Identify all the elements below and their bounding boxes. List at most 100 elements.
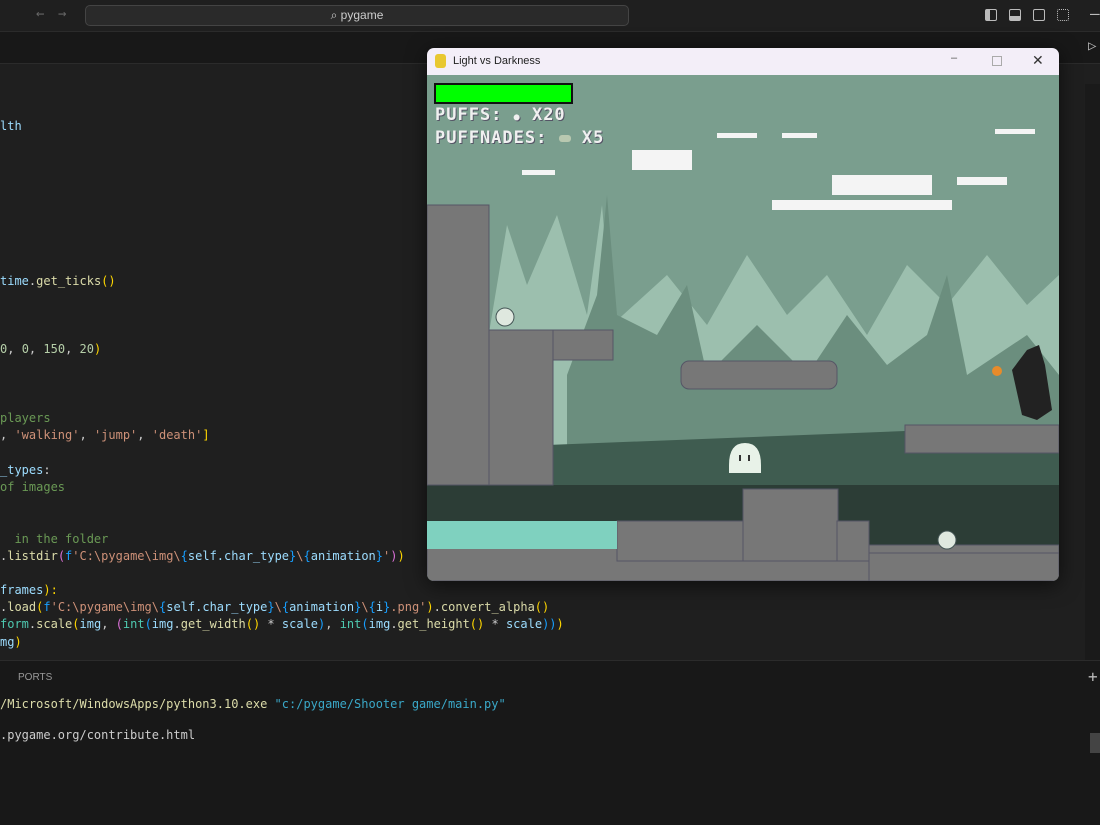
- code-token: frames: [0, 583, 44, 597]
- code-token: ,: [65, 342, 80, 356]
- forward-arrow-icon[interactable]: →: [58, 6, 66, 22]
- health-bar: [434, 83, 573, 104]
- code-token: form: [0, 617, 29, 631]
- terminal-arg: "c:/pygame/Shooter game/main.py": [274, 697, 506, 711]
- code-token: mg: [0, 635, 15, 649]
- code-token: _types: [0, 463, 44, 477]
- minimap[interactable]: [1085, 84, 1100, 660]
- code-token: (: [115, 617, 123, 631]
- code-token: get_width: [180, 617, 246, 631]
- water: [427, 521, 617, 549]
- code-token: \: [361, 600, 369, 614]
- game-window: Light vs Darkness – ✕ PUFFS: ● X20 PUFFN…: [427, 48, 1059, 581]
- code-line: .listdir(f'C:\pygame\img\{self.char_type…: [0, 548, 405, 565]
- code-token: get_height: [397, 617, 470, 631]
- command-search-input[interactable]: ⌕ pygame: [85, 5, 629, 26]
- code-token: scale: [281, 617, 319, 631]
- code-token: }: [375, 549, 384, 563]
- code-token: 'C:\pygame\img\: [50, 600, 159, 614]
- code-token: img: [368, 617, 391, 631]
- code-line: in the folder: [0, 531, 108, 548]
- code-token: (: [57, 549, 66, 563]
- code-token: scale: [36, 617, 73, 631]
- bottom-panel: PORTS + /Microsoft/WindowsApps/python3.1…: [0, 660, 1100, 825]
- window-maximize-button[interactable]: [992, 56, 1002, 66]
- code-token: listdir: [7, 549, 58, 563]
- code-token: players: [0, 411, 51, 425]
- code-line: _types:: [0, 462, 51, 479]
- code-token: ): [556, 617, 564, 631]
- pygame-logo-icon: [435, 54, 446, 68]
- health-bar-fill: [436, 85, 571, 102]
- run-icon[interactable]: ▷: [1088, 38, 1096, 54]
- code-token: ,: [325, 617, 340, 631]
- code-token: .: [433, 600, 441, 614]
- code-line: .load(f'C:\pygame\img\{self.char_type}\{…: [0, 599, 549, 616]
- new-terminal-icon[interactable]: +: [1088, 667, 1098, 686]
- code-token: of images: [0, 480, 66, 494]
- code-token: ,: [101, 617, 116, 631]
- puffs-label: PUFFS:: [435, 105, 503, 125]
- code-token: {: [303, 549, 311, 563]
- code-token: 150: [43, 342, 66, 356]
- code-token: self.char_type: [166, 600, 268, 614]
- code-token: (): [469, 617, 485, 631]
- code-token: img: [151, 617, 174, 631]
- code-token: scale: [505, 617, 543, 631]
- ghost-player: [729, 443, 761, 473]
- editor-titlebar: ← → ⌕ pygame –: [0, 0, 1100, 32]
- tab-ports[interactable]: PORTS: [18, 672, 52, 683]
- customize-layout-icon[interactable]: [1057, 9, 1069, 21]
- terminal-scrollbar[interactable]: [1090, 733, 1100, 753]
- terminal-line: .pygame.org/contribute.html: [0, 728, 196, 742]
- code-token: 'walking': [14, 428, 80, 442]
- code-token: 'death': [151, 428, 203, 442]
- hud-puffnades: PUFFNADES: X5: [435, 128, 604, 148]
- code-token: .png': [390, 600, 427, 614]
- toggle-secondary-sidebar-icon[interactable]: [1033, 9, 1045, 21]
- puffs-count: X20: [531, 105, 566, 125]
- back-arrow-icon[interactable]: ←: [36, 6, 44, 22]
- code-token: *: [260, 617, 282, 631]
- code-token: load: [7, 600, 37, 614]
- window-close-button[interactable]: ✕: [1032, 52, 1044, 69]
- code-token: )): [542, 617, 557, 631]
- code-token: ): [93, 342, 102, 356]
- code-line: lth: [0, 118, 22, 135]
- code-token: ,: [28, 342, 44, 356]
- toggle-sidebar-icon[interactable]: [985, 9, 997, 21]
- code-token: {: [281, 600, 290, 614]
- code-line: frames):: [0, 582, 58, 599]
- game-window-titlebar: Light vs Darkness – ✕: [427, 48, 1059, 75]
- window-minimize-button[interactable]: –: [951, 52, 957, 64]
- code-token: ,: [137, 428, 152, 442]
- code-token: convert_alpha: [440, 600, 535, 614]
- code-token: ): [14, 635, 22, 649]
- minimize-icon[interactable]: –: [1090, 4, 1100, 23]
- code-token: (: [361, 617, 369, 631]
- toggle-panel-icon[interactable]: [1009, 9, 1021, 21]
- code-token: {: [180, 549, 188, 563]
- game-canvas[interactable]: PUFFS: ● X20 PUFFNADES: X5: [427, 75, 1059, 581]
- code-line: mg): [0, 634, 22, 651]
- puff-bullet-icon: ●: [513, 112, 521, 123]
- code-token: f: [43, 600, 51, 614]
- game-window-title: Light vs Darkness: [453, 55, 541, 67]
- code-token: ]: [202, 428, 210, 442]
- code-token: self.char_type: [187, 549, 290, 563]
- code-token: time: [0, 274, 29, 288]
- code-line: , 'walking', 'jump', 'death']: [0, 427, 210, 444]
- code-token: \: [296, 549, 304, 563]
- code-token: in the folder: [0, 532, 109, 546]
- puffnades-count: X5: [581, 128, 605, 148]
- code-token: (: [72, 617, 80, 631]
- code-token: int: [339, 617, 362, 631]
- code-token: .: [390, 617, 398, 631]
- hud-puffs: PUFFS: ● X20: [435, 105, 566, 125]
- code-token: 20: [79, 342, 94, 356]
- search-icon: ⌕: [330, 8, 341, 22]
- code-token: animation: [310, 549, 376, 563]
- code-token: (: [144, 617, 152, 631]
- code-token: 0: [21, 342, 29, 356]
- terminal-line: /Microsoft/WindowsApps/python3.10.exe "c…: [0, 696, 506, 713]
